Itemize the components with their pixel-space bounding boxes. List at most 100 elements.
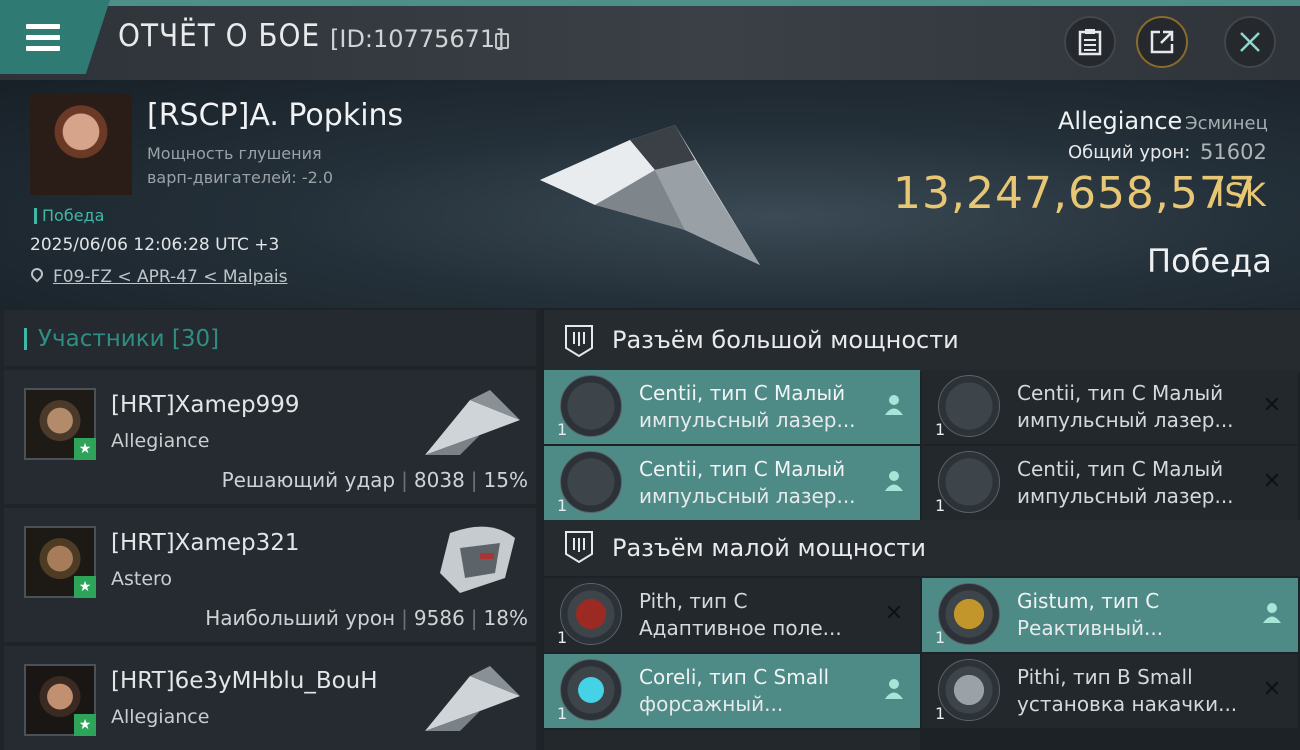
module-name: Centii, тип C Малый bbox=[639, 381, 846, 405]
module-slot[interactable]: 1 Centii, тип C Малый импульсный лазер..… bbox=[544, 370, 920, 444]
module-slot[interactable]: 1 Centii, тип C Малый импульсный лазер..… bbox=[922, 446, 1298, 520]
module-desc: Адаптивное поле... bbox=[639, 616, 842, 640]
participant-role: Наибольший урон bbox=[205, 606, 396, 630]
participant-name: [HRT]6e3yMHblu_BouH bbox=[111, 668, 378, 694]
person-icon[interactable] bbox=[1260, 602, 1284, 626]
participant-row[interactable]: ★ [HRT]6e3yMHblu_BouH Allegiance bbox=[4, 646, 536, 750]
module-desc: импульсный лазер... bbox=[1017, 408, 1234, 432]
report-id: [ID:10775671] bbox=[330, 25, 505, 53]
stats-divider: | bbox=[470, 468, 478, 492]
copy-icon[interactable] bbox=[495, 33, 509, 49]
module-qty: 1 bbox=[935, 496, 946, 515]
total-damage-label: Общий урон: bbox=[1068, 142, 1191, 163]
jam-strength-label: Мощность глушения bbox=[147, 144, 322, 163]
victim-name: [RSCP]A. Popkins bbox=[147, 98, 404, 133]
share-button[interactable] bbox=[1136, 16, 1188, 68]
star-icon: ★ bbox=[74, 714, 96, 736]
module-slot-partial bbox=[922, 730, 1298, 750]
person-icon[interactable] bbox=[882, 394, 906, 418]
victim-ship-image bbox=[540, 125, 760, 265]
module-name: Pith, тип C bbox=[639, 589, 748, 613]
module-desc: импульсный лазер... bbox=[639, 408, 856, 432]
status-badge: Победа bbox=[42, 206, 105, 225]
x-icon[interactable]: ✕ bbox=[1260, 678, 1284, 702]
low-slot-title: Разъём малой мощности bbox=[612, 534, 927, 562]
low-slot-header: Разъём малой мощности bbox=[544, 520, 1300, 576]
participant-percent: 18% bbox=[483, 606, 528, 630]
stats-divider: | bbox=[401, 468, 408, 492]
participant-corp: Allegiance bbox=[111, 430, 210, 452]
participant-stats: Решающий удар | 8038 | 15% bbox=[222, 468, 528, 492]
module-desc: установка накачки... bbox=[1017, 692, 1238, 716]
module-qty: 1 bbox=[557, 628, 568, 647]
participants-title: Участники [30] bbox=[38, 326, 220, 352]
participant-corp: Allegiance bbox=[111, 706, 210, 728]
module-name: Centii, тип C Малый bbox=[1017, 381, 1224, 405]
laser-icon bbox=[560, 451, 622, 513]
x-icon[interactable]: ✕ bbox=[882, 602, 906, 626]
laser-icon bbox=[560, 375, 622, 437]
high-slot-title: Разъём большой мощности bbox=[612, 326, 959, 354]
shield-icon bbox=[560, 583, 622, 645]
module-slot[interactable]: 1 Pith, тип C Адаптивное поле... ✕ bbox=[544, 578, 920, 652]
participant-damage: 8038 bbox=[413, 468, 465, 492]
x-icon[interactable]: ✕ bbox=[1260, 394, 1284, 418]
module-qty: 1 bbox=[935, 628, 946, 647]
participants-marker bbox=[24, 328, 27, 350]
module-slot[interactable]: 1 Pithi, тип B Small установка накачки..… bbox=[922, 654, 1298, 728]
module-name: Centii, тип C Малый bbox=[639, 457, 846, 481]
module-desc: импульсный лазер... bbox=[1017, 484, 1234, 508]
module-slot-partial[interactable] bbox=[544, 730, 920, 750]
low-slot-icon bbox=[565, 531, 593, 564]
person-icon[interactable] bbox=[882, 678, 906, 702]
participant-name: [HRT]Xamep321 bbox=[111, 530, 300, 556]
participant-ship-image bbox=[440, 526, 515, 593]
participant-stats: Наибольший урон | 9586 | 18% bbox=[205, 606, 528, 630]
participant-row[interactable]: ★ [HRT]Xamep321 Astero Наибольший урон | 9… bbox=[4, 508, 536, 642]
module-slot[interactable]: 1 Gistum, тип C Реактивный... bbox=[922, 578, 1298, 652]
laser-icon bbox=[938, 451, 1000, 513]
laser-icon bbox=[938, 375, 1000, 437]
module-name: Pithi, тип B Small bbox=[1017, 665, 1193, 689]
module-slot[interactable]: 1 Centii, тип C Малый импульсный лазер..… bbox=[922, 370, 1298, 444]
total-damage-value: 51602 bbox=[1200, 140, 1267, 164]
share-icon bbox=[1150, 30, 1174, 54]
ship-type: Эсминец bbox=[1185, 113, 1268, 134]
shield-icon bbox=[938, 659, 1000, 721]
participant-damage: 9586 bbox=[413, 606, 465, 630]
person-icon[interactable] bbox=[882, 470, 906, 494]
shield-icon bbox=[938, 583, 1000, 645]
victim-corp: Allegiance bbox=[1058, 107, 1183, 135]
participant-ship-image bbox=[425, 666, 520, 731]
close-icon bbox=[1240, 32, 1260, 52]
module-qty: 1 bbox=[557, 496, 568, 515]
page-title: ОТЧЁТ О БОЕ bbox=[118, 18, 321, 54]
participant-name: [HRT]Xamep999 bbox=[111, 392, 300, 418]
star-icon: ★ bbox=[74, 438, 96, 460]
participant-row[interactable]: ★ [HRT]Xamep999 Allegiance Решающий удар… bbox=[4, 370, 536, 504]
participant-ship-image bbox=[425, 390, 520, 455]
x-icon[interactable]: ✕ bbox=[1260, 470, 1284, 494]
location-link[interactable]: F09-FZ < APR-47 < Malpais bbox=[53, 267, 287, 287]
clipboard-button[interactable] bbox=[1064, 16, 1116, 68]
module-name: Coreli, тип C Small bbox=[639, 665, 830, 689]
module-slot[interactable]: 1 Centii, тип C Малый импульсный лазер..… bbox=[544, 446, 920, 520]
participant-corp: Astero bbox=[111, 568, 173, 590]
high-slot-icon bbox=[565, 325, 593, 358]
battle-result: Победа bbox=[1147, 242, 1272, 280]
close-button[interactable] bbox=[1224, 16, 1276, 68]
module-slot[interactable]: 1 Coreli, тип C Small форсажный... bbox=[544, 654, 920, 728]
stats-divider: | bbox=[470, 606, 478, 630]
afterburner-icon bbox=[560, 659, 622, 721]
module-desc: Реактивный... bbox=[1017, 616, 1164, 640]
module-qty: 1 bbox=[935, 704, 946, 723]
participant-role: Решающий удар bbox=[221, 468, 396, 492]
module-qty: 1 bbox=[557, 704, 568, 723]
battle-datetime: 2025/06/06 12:06:28 UTC +3 bbox=[30, 235, 280, 255]
module-qty: 1 bbox=[557, 420, 568, 439]
module-name: Centii, тип C Малый bbox=[1017, 457, 1224, 481]
module-desc: форсажный... bbox=[639, 692, 784, 716]
module-qty: 1 bbox=[935, 420, 946, 439]
clipboard-icon bbox=[1078, 29, 1102, 56]
star-icon: ★ bbox=[74, 576, 96, 598]
